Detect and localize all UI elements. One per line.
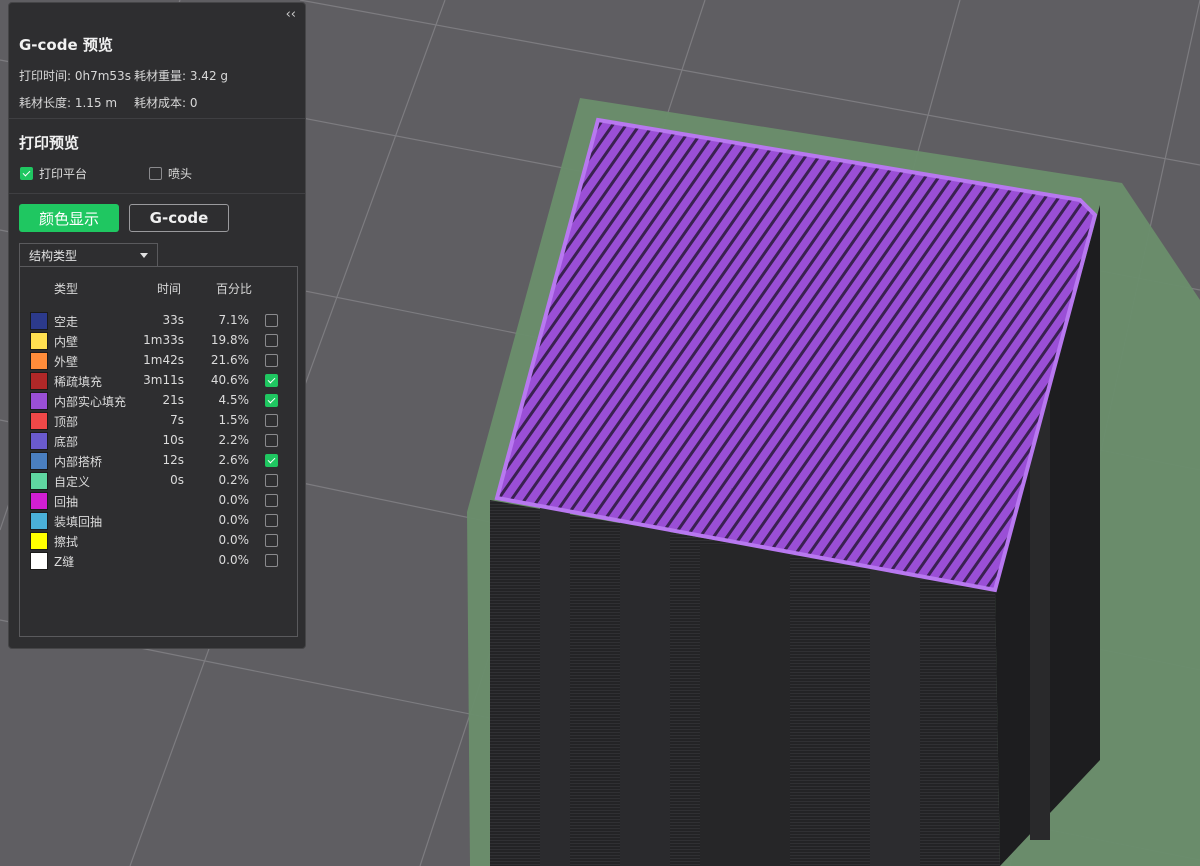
legend-time: 0s bbox=[170, 473, 184, 487]
filament-length: 耗材长度: 1.15 m bbox=[19, 96, 118, 110]
build-plate-toggle[interactable]: 打印平台 bbox=[20, 165, 87, 182]
color-swatch bbox=[30, 452, 48, 470]
build-plate-label: 打印平台 bbox=[39, 167, 88, 181]
color-swatch bbox=[30, 352, 48, 370]
legend-visibility-checkbox[interactable] bbox=[265, 314, 278, 327]
legend-visibility-checkbox[interactable] bbox=[265, 434, 278, 447]
legend-visibility-checkbox[interactable] bbox=[265, 374, 278, 387]
legend-type-name: 空走 bbox=[54, 315, 79, 329]
header-time: 时间 bbox=[157, 282, 182, 296]
legend-time: 7s bbox=[170, 413, 184, 427]
legend-type-name: 回抽 bbox=[54, 495, 79, 509]
nozzle-checkbox[interactable] bbox=[149, 167, 162, 180]
legend-row: 回抽 0.0% bbox=[30, 490, 290, 510]
legend-visibility-checkbox[interactable] bbox=[265, 454, 278, 467]
legend-row: 稀疏填充 3m11s 40.6% bbox=[30, 370, 290, 390]
dropdown-arrow-icon bbox=[140, 253, 148, 258]
legend-row: 装填回抽 0.0% bbox=[30, 510, 290, 530]
legend-percent: 40.6% bbox=[210, 373, 249, 387]
structure-type-dropdown[interactable]: 结构类型 bbox=[19, 243, 158, 267]
legend-time: 33s bbox=[162, 313, 184, 327]
legend-row: 外壁 1m42s 21.6% bbox=[30, 350, 290, 370]
legend-visibility-checkbox[interactable] bbox=[265, 554, 278, 567]
legend-type-name: 底部 bbox=[54, 435, 79, 449]
print-preview-title: 打印预览 bbox=[19, 134, 80, 152]
nozzle-toggle[interactable]: 喷头 bbox=[149, 165, 192, 182]
gcode-button[interactable]: G-code bbox=[129, 204, 229, 232]
header-type: 类型 bbox=[54, 282, 79, 296]
print-time: 打印时间: 0h7m53s bbox=[19, 69, 131, 83]
legend-percent: 1.5% bbox=[218, 413, 250, 427]
legend-row: 擦拭 0.0% bbox=[30, 530, 290, 550]
legend-percent: 4.5% bbox=[218, 393, 250, 407]
legend-percent: 7.1% bbox=[218, 313, 250, 327]
color-swatch bbox=[30, 392, 48, 410]
legend-type-name: 擦拭 bbox=[54, 535, 79, 549]
legend-row: 内部搭桥 12s 2.6% bbox=[30, 450, 290, 470]
legend-time: 10s bbox=[162, 433, 184, 447]
legend-row: 底部 10s 2.2% bbox=[30, 430, 290, 450]
legend-type-name: 稀疏填充 bbox=[54, 375, 103, 389]
legend-percent: 0.0% bbox=[218, 513, 250, 527]
color-swatch bbox=[30, 472, 48, 490]
collapse-panel-icon[interactable]: ‹‹ bbox=[286, 7, 296, 22]
legend-percent: 2.6% bbox=[218, 453, 250, 467]
divider bbox=[9, 118, 305, 119]
legend-type-name: 内部搭桥 bbox=[54, 455, 103, 469]
legend-row: 内壁 1m33s 19.8% bbox=[30, 330, 290, 350]
color-swatch bbox=[30, 312, 48, 330]
build-plate-checkbox[interactable] bbox=[20, 167, 33, 180]
color-swatch bbox=[30, 372, 48, 390]
color-swatch bbox=[30, 332, 48, 350]
filament-weight: 耗材重量: 3.42 g bbox=[134, 69, 229, 83]
legend-table: 类型 时间 百分比 空走 33s 7.1% 内壁 1m33s 19.8% 外壁 1m42s 21… bbox=[19, 266, 298, 637]
divider bbox=[9, 193, 305, 194]
legend-percent: 19.8% bbox=[210, 333, 249, 347]
legend-row: Z缝 0.0% bbox=[30, 550, 290, 570]
gcode-preview-panel: ‹‹ G-code 预览 打印时间: 0h7m53s 耗材重量: 3.42 g … bbox=[8, 2, 306, 649]
legend-type-name: 装填回抽 bbox=[54, 515, 103, 529]
legend-type-name: 顶部 bbox=[54, 415, 79, 429]
dropdown-selected-label: 结构类型 bbox=[29, 249, 78, 263]
color-swatch bbox=[30, 492, 48, 510]
legend-visibility-checkbox[interactable] bbox=[265, 394, 278, 407]
legend-type-name: Z缝 bbox=[54, 555, 75, 569]
legend-type-name: 内壁 bbox=[54, 335, 79, 349]
legend-percent: 0.0% bbox=[218, 553, 250, 567]
legend-visibility-checkbox[interactable] bbox=[265, 334, 278, 347]
legend-time: 1m42s bbox=[143, 353, 184, 367]
legend-time: 21s bbox=[162, 393, 184, 407]
legend-visibility-checkbox[interactable] bbox=[265, 354, 278, 367]
legend-visibility-checkbox[interactable] bbox=[265, 414, 278, 427]
legend-row: 自定义 0s 0.2% bbox=[30, 470, 290, 490]
legend-type-name: 自定义 bbox=[54, 475, 91, 489]
legend-type-name: 外壁 bbox=[54, 355, 79, 369]
legend-visibility-checkbox[interactable] bbox=[265, 534, 278, 547]
legend-percent: 0.0% bbox=[218, 533, 250, 547]
color-swatch bbox=[30, 512, 48, 530]
legend-percent: 2.2% bbox=[218, 433, 250, 447]
legend-row: 内部实心填充 21s 4.5% bbox=[30, 390, 290, 410]
legend-time: 3m11s bbox=[143, 373, 184, 387]
nozzle-label: 喷头 bbox=[168, 167, 193, 181]
legend-row: 顶部 7s 1.5% bbox=[30, 410, 290, 430]
color-swatch bbox=[30, 532, 48, 550]
color-swatch bbox=[30, 432, 48, 450]
color-swatch bbox=[30, 412, 48, 430]
legend-type-name: 内部实心填充 bbox=[54, 395, 127, 409]
legend-visibility-checkbox[interactable] bbox=[265, 494, 278, 507]
legend-percent: 0.0% bbox=[218, 493, 250, 507]
legend-time: 12s bbox=[162, 453, 184, 467]
legend-visibility-checkbox[interactable] bbox=[265, 474, 278, 487]
legend-percent: 0.2% bbox=[218, 473, 250, 487]
color-swatch bbox=[30, 552, 48, 570]
filament-cost: 耗材成本: 0 bbox=[134, 96, 198, 110]
color-display-button[interactable]: 颜色显示 bbox=[19, 204, 119, 232]
legend-visibility-checkbox[interactable] bbox=[265, 514, 278, 527]
legend-percent: 21.6% bbox=[210, 353, 249, 367]
panel-title: G-code 预览 bbox=[19, 36, 113, 54]
legend-time: 1m33s bbox=[143, 333, 184, 347]
legend-row: 空走 33s 7.1% bbox=[30, 310, 290, 330]
header-percent: 百分比 bbox=[216, 282, 253, 296]
